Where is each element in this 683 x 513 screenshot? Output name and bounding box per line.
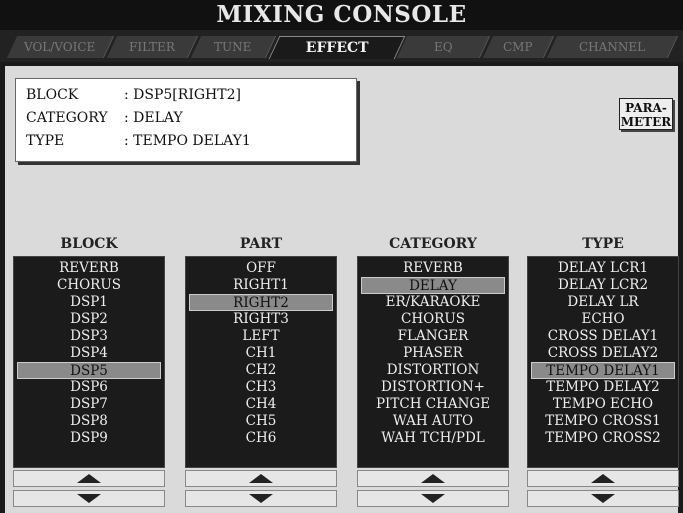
info-type-value: : TEMPO DELAY1 xyxy=(124,133,251,149)
block-list-item[interactable]: DSP6 xyxy=(17,379,161,396)
tab-label: VOL/VOICE xyxy=(24,40,96,54)
block-list-item[interactable]: DSP7 xyxy=(17,396,161,413)
block-list-item[interactable]: DSP1 xyxy=(17,294,161,311)
part-list-item[interactable]: RIGHT1 xyxy=(189,277,333,294)
info-block-value: : DSP5[RIGHT2] xyxy=(124,87,241,103)
type-column-header: TYPE xyxy=(582,236,624,252)
tab-vol-voice[interactable]: VOL/VOICE xyxy=(6,36,115,58)
part-scroll-up-button[interactable] xyxy=(185,470,337,487)
block-list-item[interactable]: DSP9 xyxy=(17,430,161,447)
parameter-button-line1: PARA- xyxy=(625,101,667,115)
info-category-label: CATEGORY xyxy=(26,110,108,126)
category-list-item[interactable]: PHASER xyxy=(361,345,505,362)
triangle-down-icon xyxy=(77,494,101,503)
type-list-item[interactable]: CROSS DELAY2 xyxy=(531,345,675,362)
block-list[interactable]: REVERB CHORUS DSP1 DSP2 DSP3 DSP4 DSP5 DSP6 DSP7… xyxy=(13,256,165,468)
part-list-item[interactable]: CH2 xyxy=(189,362,333,379)
category-list-item[interactable]: REVERB xyxy=(361,260,505,277)
category-list-item[interactable]: DELAY xyxy=(361,277,505,294)
info-block-row: BLOCK : DSP5[RIGHT2] xyxy=(26,85,241,105)
effect-info-box: BLOCK : DSP5[RIGHT2] CATEGORY : DELAY TYPE… xyxy=(15,78,357,162)
part-scroll-down-button[interactable] xyxy=(185,490,337,507)
type-list-item[interactable]: TEMPO DELAY1 xyxy=(531,362,675,379)
part-list-item[interactable]: CH3 xyxy=(189,379,333,396)
triangle-up-icon xyxy=(77,474,101,483)
part-list-item[interactable]: LEFT xyxy=(189,328,333,345)
part-column-header: PART xyxy=(239,236,283,252)
tab-filter[interactable]: FILTER xyxy=(106,36,199,58)
category-list-item[interactable]: DISTORTION+ xyxy=(361,379,505,396)
category-scroll-up-button[interactable] xyxy=(357,470,509,487)
category-list-item[interactable]: DISTORTION xyxy=(361,362,505,379)
block-scroll-down-button[interactable] xyxy=(13,490,165,507)
type-list-item[interactable]: TEMPO CROSS2 xyxy=(531,430,675,447)
category-list-item[interactable]: PITCH CHANGE xyxy=(361,396,505,413)
effect-panel: BLOCK : DSP5[RIGHT2] CATEGORY : DELAY TYPE… xyxy=(5,66,679,513)
info-category-row: CATEGORY : DELAY xyxy=(26,108,183,128)
part-list-item[interactable]: CH6 xyxy=(189,430,333,447)
part-list[interactable]: OFF RIGHT1 RIGHT2 RIGHT3 LEFT CH1 CH2 CH3 CH4 CH5… xyxy=(185,256,337,468)
block-list-item[interactable]: DSP4 xyxy=(17,345,161,362)
type-list-item[interactable]: DELAY LCR2 xyxy=(531,277,675,294)
triangle-down-icon xyxy=(591,494,615,503)
category-list-item[interactable]: WAH TCH/PDL xyxy=(361,430,505,447)
tab-label: TUNE xyxy=(214,40,252,54)
category-scroll-down-button[interactable] xyxy=(357,490,509,507)
tab-eq[interactable]: EQ xyxy=(396,36,491,58)
block-list-item[interactable]: REVERB xyxy=(17,260,161,277)
type-list-item[interactable]: TEMPO DELAY2 xyxy=(531,379,675,396)
triangle-up-icon xyxy=(591,474,615,483)
block-list-item[interactable]: DSP2 xyxy=(17,311,161,328)
parameter-button[interactable]: PARA- METER xyxy=(619,98,673,130)
type-list-item[interactable]: CROSS DELAY1 xyxy=(531,328,675,345)
type-list-item[interactable]: TEMPO CROSS1 xyxy=(531,413,675,430)
tab-tune[interactable]: TUNE xyxy=(190,36,277,58)
type-list-item[interactable]: DELAY LCR1 xyxy=(531,260,675,277)
info-type-label: TYPE xyxy=(26,133,65,149)
type-scroll-down-button[interactable] xyxy=(527,490,679,507)
triangle-down-icon xyxy=(249,494,273,503)
block-list-item[interactable]: DSP8 xyxy=(17,413,161,430)
category-list-item[interactable]: ER/KARAOKE xyxy=(361,294,505,311)
tab-cmp[interactable]: CMP xyxy=(482,36,555,58)
category-list-item[interactable]: CHORUS xyxy=(361,311,505,328)
tab-label: EQ xyxy=(433,40,453,54)
part-list-item[interactable]: CH5 xyxy=(189,413,333,430)
type-scroll-up-button[interactable] xyxy=(527,470,679,487)
tab-bar: VOL/VOICE FILTER TUNE EFFECT EQ CMP CHAN… xyxy=(0,30,683,62)
tab-channel[interactable]: CHANNEL xyxy=(546,36,679,58)
type-list-item[interactable]: DELAY LR xyxy=(531,294,675,311)
info-type-row: TYPE : TEMPO DELAY1 xyxy=(26,131,251,151)
parameter-button-line2: METER xyxy=(620,115,672,129)
category-column-header: CATEGORY xyxy=(389,236,477,252)
tab-label: FILTER xyxy=(129,40,175,54)
triangle-up-icon xyxy=(249,474,273,483)
info-category-value: : DELAY xyxy=(124,110,183,126)
category-list-item[interactable]: WAH AUTO xyxy=(361,413,505,430)
type-list-item[interactable]: TEMPO ECHO xyxy=(531,396,675,413)
type-list[interactable]: DELAY LCR1 DELAY LCR2 DELAY LR ECHO CROSS DE… xyxy=(527,256,679,468)
part-list-item[interactable]: OFF xyxy=(189,260,333,277)
tab-label: EFFECT xyxy=(305,40,369,56)
window-title: MIXING CONSOLE xyxy=(0,0,683,30)
tab-label: CHANNEL xyxy=(578,40,646,54)
tab-label: CMP xyxy=(503,40,533,54)
block-list-item[interactable]: DSP5 xyxy=(17,362,161,379)
category-list-item[interactable]: FLANGER xyxy=(361,328,505,345)
part-list-item[interactable]: CH1 xyxy=(189,345,333,362)
info-block-label: BLOCK xyxy=(26,87,79,103)
part-list-item[interactable]: RIGHT2 xyxy=(189,294,333,311)
triangle-up-icon xyxy=(421,474,445,483)
block-scroll-up-button[interactable] xyxy=(13,470,165,487)
category-list[interactable]: REVERB DELAY ER/KARAOKE CHORUS FLANGER PHASER… xyxy=(357,256,509,468)
type-list-item[interactable]: ECHO xyxy=(531,311,675,328)
triangle-down-icon xyxy=(421,494,445,503)
tab-effect[interactable]: EFFECT xyxy=(268,36,406,59)
part-list-item[interactable]: RIGHT3 xyxy=(189,311,333,328)
block-list-item[interactable]: DSP3 xyxy=(17,328,161,345)
block-list-item[interactable]: CHORUS xyxy=(17,277,161,294)
part-list-item[interactable]: CH4 xyxy=(189,396,333,413)
block-column-header: BLOCK xyxy=(60,236,118,252)
